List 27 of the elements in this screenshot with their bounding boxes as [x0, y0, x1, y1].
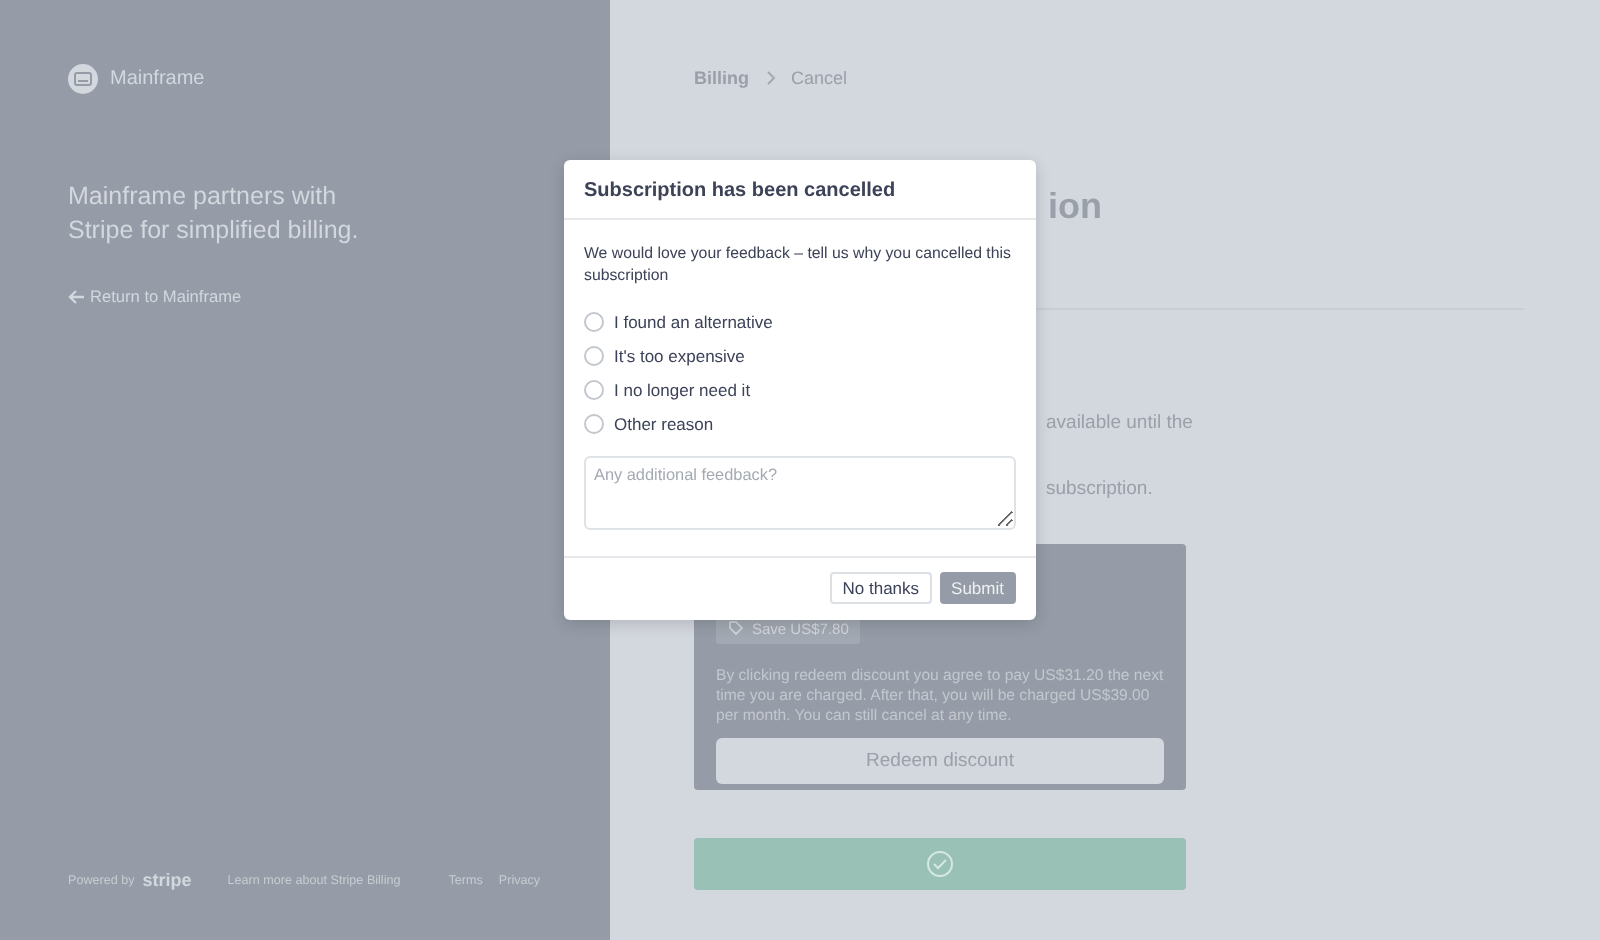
dismiss-button[interactable]: No thanks	[830, 572, 932, 604]
dialog-title: Subscription has been cancelled	[564, 160, 1036, 220]
radio-button[interactable]	[584, 379, 604, 399]
brand-logo-icon	[68, 64, 98, 94]
chevron-right-icon	[765, 70, 775, 86]
return-link[interactable]: Return to Mainframe	[90, 286, 242, 306]
body-text: available until the	[1046, 412, 1195, 434]
breadcrumb-item[interactable]: Billing	[694, 68, 749, 88]
reason-option[interactable]: I no longer need it	[584, 372, 1016, 406]
reason-option[interactable]: It's too expensive	[584, 338, 1016, 372]
submit-button[interactable]: Submit	[939, 572, 1016, 604]
body-text: subscription.	[1046, 478, 1155, 500]
tagline: Mainframe partners with Stripe for simplified billing.	[68, 180, 361, 248]
redeem-button[interactable]: Redeem discount	[716, 738, 1164, 784]
radio-button[interactable]	[584, 345, 604, 365]
radio-button[interactable]	[584, 311, 604, 331]
radio-button[interactable]	[584, 413, 604, 433]
confirm-button[interactable]	[694, 838, 1186, 890]
reason-option[interactable]: I found an alternative	[584, 304, 1016, 338]
back-arrow-icon	[68, 289, 84, 303]
stripe-logo: stripe	[142, 870, 192, 890]
breadcrumb-item[interactable]: Cancel	[791, 68, 848, 88]
feedback-field[interactable]: Any additional feedback?	[584, 456, 1016, 530]
page-heading: ion	[1048, 186, 1104, 228]
check-icon	[926, 850, 954, 878]
brand-name: Mainframe	[110, 68, 205, 90]
reason-option[interactable]: Other reason	[584, 406, 1016, 440]
